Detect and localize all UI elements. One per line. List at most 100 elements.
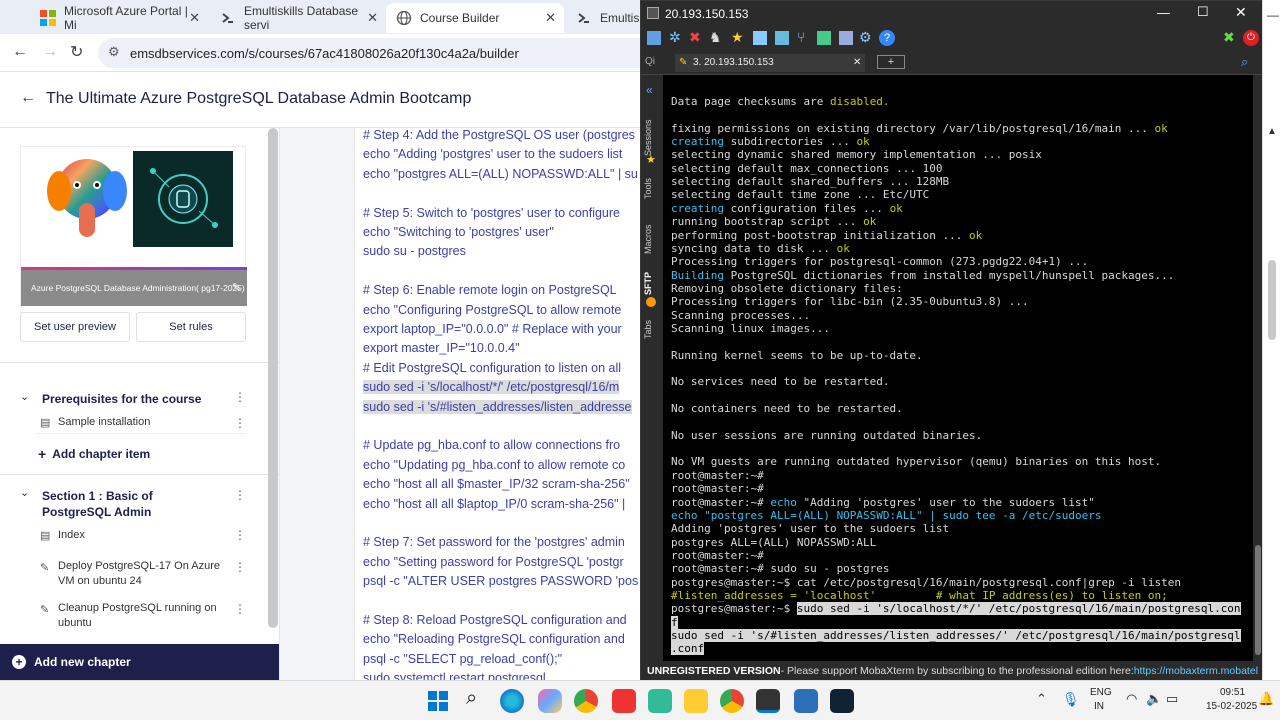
site-icon [576,10,592,26]
mobaxterm-window: 20.193.150.153 — ☐ ✕ ✲ ✖ ♞ ★ ⑂ ⚙ ? ✖ ⏻ Q… [640,0,1263,681]
sftp-tab[interactable]: SFTP [643,271,661,295]
set-user-preview-button[interactable]: Set user preview [20,312,130,342]
macros-tab[interactable]: Macros [643,221,661,257]
tunneling-icon[interactable] [817,31,831,45]
copilot-icon[interactable] [538,689,562,713]
site-info-icon[interactable]: ⚙ [108,44,120,60]
address-bar[interactable]: ⚙ emsdbservices.com/s/courses/67ac418080… [98,38,658,68]
scrollbar-thumb[interactable] [1255,545,1261,655]
code-line: echo "host all all $laptop_IP/0 scram-sh… [363,496,626,511]
tab-emultiskills[interactable]: Emultiskills [566,3,659,33]
tab-course-builder[interactable]: Course Builder ✕ [386,3,564,33]
windows-start-icon[interactable] [428,691,448,711]
terminal-line: syncing data to disk ... ok [671,241,850,255]
more-icon[interactable]: ⋮ [234,416,246,430]
multiexec-icon[interactable]: ⑂ [797,29,805,45]
tab-azure-portal[interactable]: Microsoft Azure Portal | Mi ✕ [30,3,208,33]
terminal-line: selecting default max_connections ... 10… [671,161,943,175]
close-icon[interactable]: ✕ [1235,4,1247,21]
clock-time[interactable]: 09:51 [1220,687,1245,698]
chevron-up-icon[interactable]: ⌃ [1036,691,1047,707]
xserver-status-icon[interactable]: ✖ [1223,29,1235,46]
minimize-icon[interactable]: — [1267,8,1279,22]
collapse-icon[interactable]: ⌄ [20,390,29,403]
add-chapter-item-button[interactable]: + Add chapter item [38,444,150,464]
scrollbar[interactable] [1268,260,1276,340]
reload-icon[interactable]: ↻ [70,42,83,62]
tools-icon[interactable]: ✲ [669,29,681,46]
session-tab-bar: Qi ✎ 3. 20.193.150.153 ✕ + ⌕ [641,51,1263,75]
attachment-icon[interactable]: ⌕ [1241,54,1248,70]
battery-icon[interactable]: ▭ [1166,691,1178,707]
chrome-icon[interactable] [720,689,744,713]
code-line: export laptop_IP="0.0.0.0" # Replace wit… [363,322,622,336]
session-icon[interactable] [647,31,661,45]
page-title: The Ultimate Azure PostgreSQL Database A… [46,90,472,107]
chrome-icon[interactable] [574,689,598,713]
terminal-line: postgres@master:~$ cat /etc/postgresql/1… [671,575,1181,589]
tools-tab[interactable]: Tools [643,173,661,203]
chapter-title[interactable]: Prerequisites for the course [42,392,201,406]
view-icon[interactable] [753,31,767,45]
set-rules-button[interactable]: Set rules [136,312,246,342]
maximize-icon[interactable]: ☐ [1197,4,1209,20]
collapse-sidebar-icon[interactable]: « [646,83,653,97]
notifications-icon[interactable]: 🔔 [1258,691,1274,707]
tabs-tab[interactable]: Tabs [643,317,661,341]
edge-icon[interactable] [500,689,524,713]
sql-tool-icon[interactable] [794,689,818,713]
close-icon[interactable]: ✕ [367,10,378,26]
mobaxterm-icon[interactable] [756,689,780,713]
power-icon[interactable]: ⏻ [1243,30,1259,46]
terminal-icon[interactable] [830,689,854,713]
list-item[interactable]: ▤ Sample installation ⋮ [36,412,246,434]
list-item[interactable]: ✎ Cleanup PostgreSQL running on ubuntu ⋮ [36,600,246,634]
file-explorer-icon[interactable] [684,689,708,713]
back-arrow-icon[interactable]: ← [20,89,36,107]
snipping-tool-icon[interactable] [648,689,672,713]
close-icon[interactable]: ✕ [853,54,861,72]
packages-icon[interactable] [839,31,853,45]
more-icon[interactable]: ⋮ [234,488,246,502]
add-new-chapter-button[interactable]: + Add new chapter [0,644,279,680]
more-icon[interactable]: ⋮ [234,560,246,574]
code-line: echo "Reloading PostgreSQL configuration… [363,632,625,647]
more-icon[interactable]: ⋮ [234,390,246,404]
terminal-line: #listen_addresses = 'localhost' # what I… [671,588,1168,602]
chapter-title[interactable]: Section 1 : Basic of PostgreSQL Admin [42,488,222,520]
split-icon[interactable] [775,31,789,45]
code-editor[interactable]: # Step 4: Add the PostgreSQL OS user (po… [354,128,640,680]
help-icon[interactable]: ? [879,30,895,46]
wifi-icon[interactable]: ◠ [1126,691,1137,707]
more-icon[interactable]: ⋮ [234,602,246,616]
close-icon[interactable]: ✕ [189,10,200,26]
list-item[interactable]: ▤ Index ⋮ [36,526,246,546]
edit-icon[interactable]: ✎ [232,281,241,294]
collapse-icon[interactable]: ⌄ [20,486,29,499]
star-icon[interactable]: ★ [731,29,744,46]
language-indicator[interactable]: ENG [1090,687,1112,698]
search-icon[interactable]: ⌕ [466,687,477,710]
pdf-reader-icon[interactable] [612,689,636,713]
tab-emultiskills-db[interactable]: Emultiskills Database servi ✕ [210,3,386,33]
chevron-up-icon[interactable]: ▲ [1267,126,1277,137]
scrollbar[interactable] [268,128,278,628]
x-server-icon[interactable]: ✖ [689,29,701,46]
course-sidebar: Azure PostgreSQL Database Administration… [0,128,280,680]
games-icon[interactable]: ♞ [709,29,722,46]
list-item[interactable]: ✎ Deploy PostgreSQL-17 On Azure VM on ub… [36,558,246,592]
volume-icon[interactable]: 🔈 [1146,691,1162,707]
minimize-icon[interactable]: — [1157,5,1170,20]
plus-circle-icon: + [12,655,26,669]
terminal-screen[interactable]: Data page checksums are disabled. fixing … [663,75,1253,661]
quick-connect-icon[interactable]: Qi [645,56,655,67]
new-tab-icon[interactable]: + [877,55,905,69]
settings-icon[interactable]: ⚙ [859,29,872,46]
forward-icon[interactable]: → [42,43,58,61]
back-icon[interactable]: ← [12,43,28,61]
session-tab[interactable]: ✎ 3. 20.193.150.153 ✕ [675,54,865,72]
close-icon[interactable]: ✕ [545,10,556,26]
microphone-icon[interactable]: 🎙 [1062,691,1080,708]
support-link[interactable]: https://mobaxterm.mobatel [1134,665,1258,677]
more-icon[interactable]: ⋮ [234,528,246,542]
